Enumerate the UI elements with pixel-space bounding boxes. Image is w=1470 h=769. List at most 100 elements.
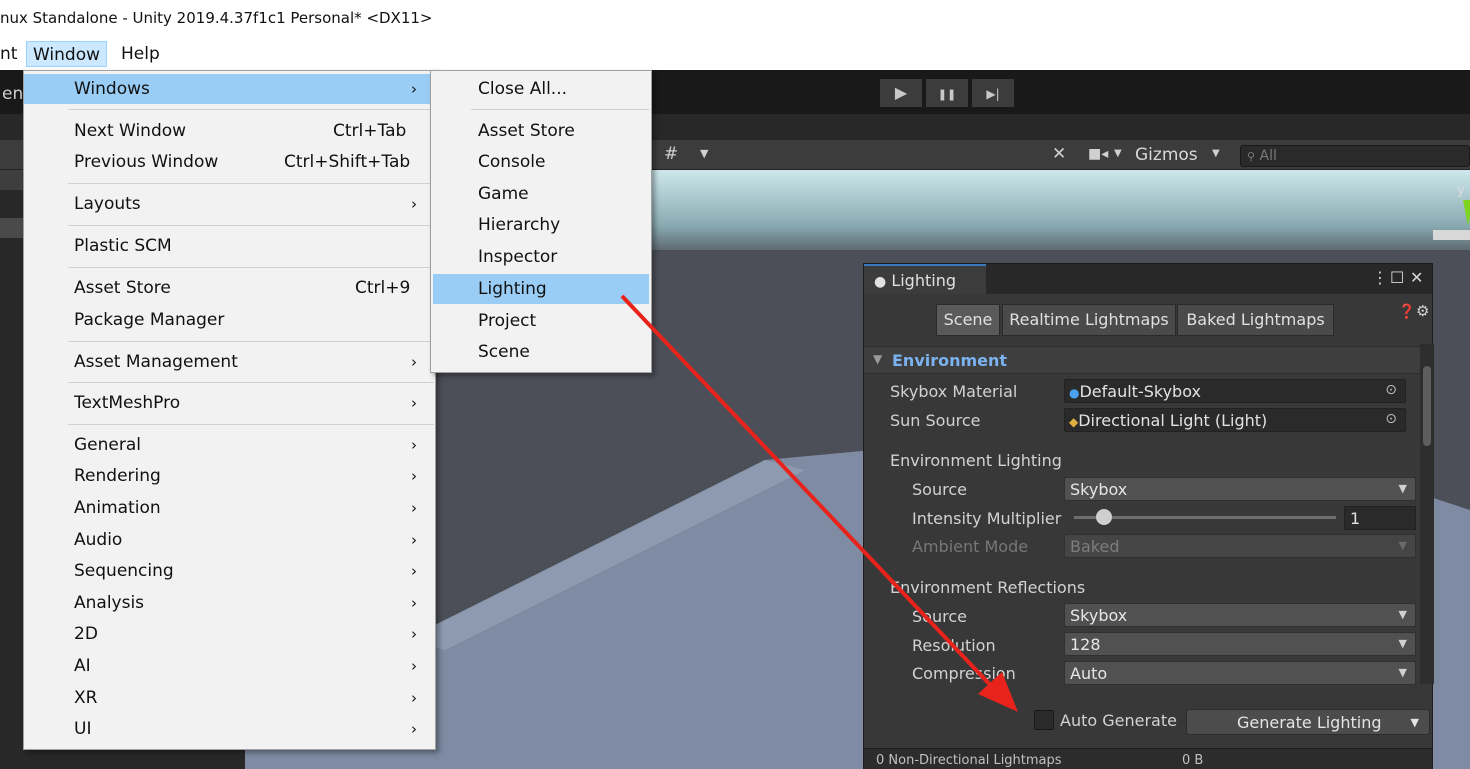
sun-source-label: Sun Source xyxy=(890,411,981,430)
intensity-value-field[interactable]: 1 xyxy=(1344,506,1416,530)
resolution-dropdown[interactable]: 128 ▼ xyxy=(1064,632,1416,656)
submenu-arrow-icon: › xyxy=(411,394,417,412)
submenu-item-console[interactable]: Console xyxy=(431,147,651,177)
lighting-tab-bar: ● Lighting ⋮ ☐ ✕ xyxy=(864,264,1432,294)
submenu-item-asset-store[interactable]: Asset Store xyxy=(431,116,651,146)
step-button[interactable]: ▶| xyxy=(972,79,1014,107)
intensity-multiplier-label: Intensity Multiplier xyxy=(912,509,1062,528)
scrollbar-thumb[interactable] xyxy=(1423,366,1431,446)
pause-icon: ❚❚ xyxy=(937,88,957,101)
camera-dropdown-icon[interactable]: ▼ xyxy=(1114,148,1122,159)
dropdown-arrow-icon[interactable]: ▼ xyxy=(1411,716,1419,729)
gizmos-button[interactable]: Gizmos xyxy=(1135,145,1198,165)
menu-item-label: Package Manager xyxy=(74,310,225,330)
submenu-item-close-all[interactable]: Close All... xyxy=(431,74,651,104)
environment-section-header[interactable]: ▼ Environment xyxy=(864,346,1424,374)
skybox-material-field[interactable]: ●Default-Skybox ⊙ xyxy=(1064,379,1406,403)
window-title: nux Standalone - Unity 2019.4.37f1c1 Per… xyxy=(0,0,1470,38)
menu-item-sequencing[interactable]: Sequencing › xyxy=(24,556,435,586)
menu-item-plastic-scm[interactable]: Plastic SCM xyxy=(24,231,435,261)
scene-gizmo-icon[interactable]: y xyxy=(1425,178,1470,258)
menu-bar: nt Window Help xyxy=(0,38,1470,70)
auto-generate-label: Auto Generate xyxy=(1060,711,1177,730)
grid-icon[interactable]: # xyxy=(664,144,678,164)
submenu-arrow-icon: › xyxy=(411,720,417,738)
menu-window[interactable]: Window xyxy=(26,41,108,67)
intensity-slider-track[interactable] xyxy=(1074,516,1336,519)
submenu-item-project[interactable]: Project xyxy=(431,306,651,336)
menu-item-asset-management[interactable]: Asset Management › xyxy=(24,347,435,377)
scene-search-input[interactable]: ⚲ All xyxy=(1240,145,1470,167)
dropdown-arrow-icon: ▼ xyxy=(1398,539,1407,552)
tools-icon[interactable]: ✕ xyxy=(1052,144,1066,164)
menu-help[interactable]: Help xyxy=(115,41,166,67)
submenu-arrow-icon: › xyxy=(411,195,417,213)
menu-item-ai[interactable]: AI › xyxy=(24,651,435,681)
submenu-item-lighting[interactable]: Lighting xyxy=(433,274,649,304)
help-icon[interactable]: ❓ xyxy=(1398,304,1415,320)
subtab-realtime-lightmaps[interactable]: Realtime Lightmaps xyxy=(1002,304,1176,336)
submenu-item-scene[interactable]: Scene xyxy=(431,337,651,367)
reflection-source-dropdown[interactable]: Skybox ▼ xyxy=(1064,603,1416,627)
menu-item-textmeshpro[interactable]: TextMeshPro › xyxy=(24,388,435,418)
dropdown-arrow-icon: ▼ xyxy=(1398,482,1407,495)
menu-separator xyxy=(68,382,434,383)
submenu-item-hierarchy[interactable]: Hierarchy xyxy=(431,210,651,240)
menu-item-2d[interactable]: 2D › xyxy=(24,619,435,649)
pause-button[interactable]: ❚❚ xyxy=(926,79,968,107)
resolution-value: 128 xyxy=(1070,635,1101,654)
menu-separator xyxy=(68,225,434,226)
submenu-item-game[interactable]: Game xyxy=(431,179,651,209)
menu-item-shortcut: Ctrl+Tab xyxy=(333,121,407,141)
object-picker-icon[interactable]: ⊙ xyxy=(1385,411,1397,427)
light-icon: ◆ xyxy=(1069,415,1079,429)
menu-item-general[interactable]: General › xyxy=(24,430,435,460)
ambient-mode-value: Baked xyxy=(1070,537,1120,556)
menu-item-label: Windows xyxy=(74,79,150,99)
submenu-arrow-icon: › xyxy=(411,499,417,517)
search-placeholder: All xyxy=(1259,148,1277,164)
generate-lighting-button[interactable]: Generate Lighting ▼ xyxy=(1186,709,1430,735)
submenu-arrow-icon: › xyxy=(411,594,417,612)
menu-item-animation[interactable]: Animation › xyxy=(24,493,435,523)
camera-icon[interactable]: ■◂ xyxy=(1088,146,1108,162)
source-dropdown[interactable]: Skybox ▼ xyxy=(1064,477,1416,501)
subtab-baked-lightmaps[interactable]: Baked Lightmaps xyxy=(1177,304,1334,336)
menu-item-next-window[interactable]: Next Window Ctrl+Tab xyxy=(24,116,435,146)
lighting-window: ● Lighting ⋮ ☐ ✕ Scene Realtime Lightmap… xyxy=(863,263,1434,769)
menu-item-asset-store[interactable]: Asset Store Ctrl+9 xyxy=(24,273,435,303)
maximize-icon[interactable]: ☐ xyxy=(1390,268,1404,287)
menu-item-rendering[interactable]: Rendering › xyxy=(24,461,435,491)
menu-item-analysis[interactable]: Analysis › xyxy=(24,588,435,618)
lighting-scrollbar[interactable] xyxy=(1420,344,1434,684)
intensity-slider-thumb[interactable] xyxy=(1096,509,1112,525)
play-button[interactable]: ▶ xyxy=(880,79,922,107)
dropdown-arrow-icon: ▼ xyxy=(1398,666,1407,679)
menu-item-windows[interactable]: Windows › xyxy=(24,74,435,104)
object-picker-icon[interactable]: ⊙ xyxy=(1385,382,1397,398)
close-icon[interactable]: ✕ xyxy=(1410,268,1423,287)
submenu-item-inspector[interactable]: Inspector xyxy=(431,242,651,272)
tab-lighting[interactable]: ● Lighting xyxy=(864,264,986,294)
auto-generate-checkbox[interactable] xyxy=(1034,710,1054,730)
menu-item-label: 2D xyxy=(74,624,98,644)
gizmos-dropdown-icon[interactable]: ▼ xyxy=(1212,148,1220,159)
resolution-label: Resolution xyxy=(912,636,996,655)
menu-item-previous-window[interactable]: Previous Window Ctrl+Shift+Tab xyxy=(24,147,435,177)
subtab-scene[interactable]: Scene xyxy=(936,304,1000,336)
compression-value: Auto xyxy=(1070,664,1108,683)
chevron-down-icon[interactable]: ▼ xyxy=(700,147,708,160)
menu-item-package-manager[interactable]: Package Manager xyxy=(24,305,435,335)
menu-item-audio[interactable]: Audio › xyxy=(24,525,435,555)
submenu-arrow-icon: › xyxy=(411,625,417,643)
lightbulb-icon: ● xyxy=(874,274,887,290)
gear-icon[interactable]: ⚙ xyxy=(1416,302,1429,320)
menu-item-partial[interactable]: nt xyxy=(0,41,23,67)
compression-dropdown[interactable]: Auto ▼ xyxy=(1064,661,1416,685)
more-options-icon[interactable]: ⋮ xyxy=(1372,268,1388,287)
menu-item-ui[interactable]: UI › xyxy=(24,714,435,744)
sun-source-field[interactable]: ◆Directional Light (Light) ⊙ xyxy=(1064,408,1406,432)
menu-item-layouts[interactable]: Layouts › xyxy=(24,189,435,219)
menu-item-label: Console xyxy=(478,152,546,172)
menu-item-xr[interactable]: XR › xyxy=(24,683,435,713)
